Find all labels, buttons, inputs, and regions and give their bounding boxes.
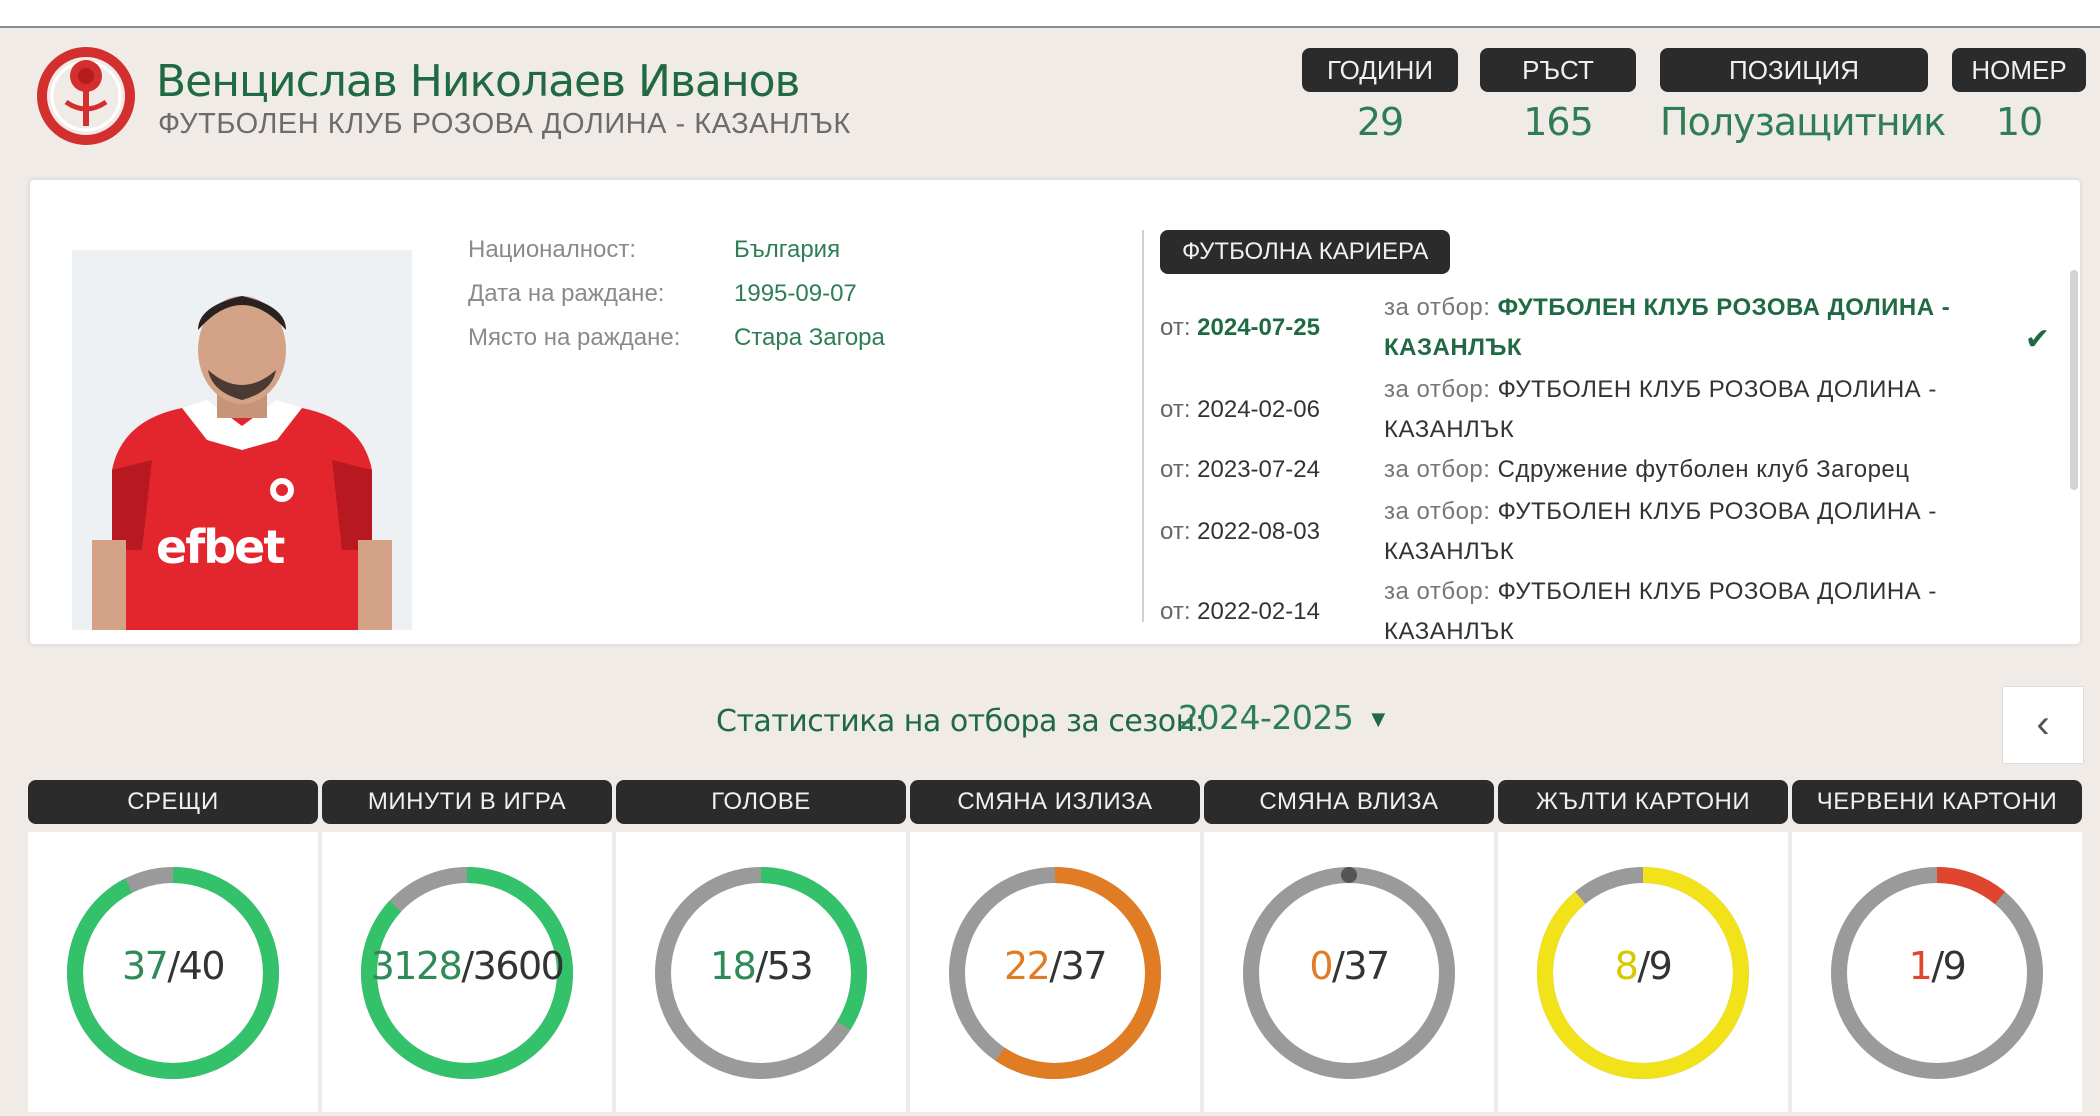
stat-value: 3128/3600 bbox=[322, 944, 612, 988]
career-title: ФУТБОЛНА КАРИЕРА bbox=[1160, 230, 1451, 274]
season-select[interactable]: 2024-2025 ▼ bbox=[1178, 698, 1385, 737]
stat-label: СМЯНА ИЗЛИЗА bbox=[910, 780, 1200, 824]
info-height: РЪСТ 165 bbox=[1480, 48, 1636, 144]
career-date: 2022-08-03 bbox=[1197, 518, 1320, 545]
info-number-label: НОМЕР bbox=[1952, 48, 2086, 92]
stat-card: 0/37 bbox=[1204, 832, 1494, 1112]
career-date: 2024-07-25 bbox=[1197, 314, 1320, 341]
stat-value: 37/40 bbox=[28, 944, 318, 988]
stat-label: ЖЪЛТИ КАРТОНИ bbox=[1498, 780, 1788, 824]
stat-value-count: 22 bbox=[1003, 944, 1051, 988]
career-date: 2022-02-14 bbox=[1197, 598, 1320, 625]
stat-label: ЧЕРВЕНИ КАРТОНИ bbox=[1792, 780, 2082, 824]
card-divider bbox=[1142, 230, 1144, 622]
nationality-label: Националност: bbox=[468, 236, 637, 263]
chevron-left-icon: ‹ bbox=[2036, 702, 2050, 746]
stat-card: 22/37 bbox=[910, 832, 1200, 1112]
stat-separator: / bbox=[1931, 944, 1944, 988]
season-label: Статистика на отбора за сезон: bbox=[716, 704, 1205, 739]
birthplace-label: Място на раждане: bbox=[468, 324, 681, 351]
stat-value: 1/9 bbox=[1792, 944, 2082, 988]
club-logo bbox=[36, 36, 136, 166]
stat-separator: / bbox=[755, 944, 768, 988]
stat-value: 18/53 bbox=[616, 944, 906, 988]
career-item[interactable]: от: 2022-02-14 за отбор: ФУТБОЛЕН КЛУБ Р… bbox=[1160, 572, 2060, 642]
stat-value: 22/37 bbox=[910, 944, 1200, 988]
stat-value-count: 0 bbox=[1309, 944, 1333, 988]
stat-value-total: 53 bbox=[766, 944, 814, 988]
info-number-value: 10 bbox=[1995, 100, 2043, 144]
caret-down-icon: ▼ bbox=[1371, 709, 1385, 730]
info-age: ГОДИНИ 29 bbox=[1302, 48, 1458, 144]
stat-value-total: 40 bbox=[178, 944, 226, 988]
career-item[interactable]: от: 2024-02-06 за отбор: ФУТБОЛЕН КЛУБ Р… bbox=[1160, 370, 2060, 450]
stat-label: СРЕЩИ bbox=[28, 780, 318, 824]
jersey-sponsor-text: efbet bbox=[156, 520, 285, 574]
stat-value-total: 9 bbox=[1648, 944, 1673, 988]
birthplace-value: Стара Загора bbox=[734, 324, 885, 351]
player-card: efbet Националност: България Дата на раж… bbox=[30, 180, 2080, 644]
stat-value: 8/9 bbox=[1498, 944, 1788, 988]
player-profile-page: Венцислав Николаев Иванов ФУТБОЛЕН КЛУБ … bbox=[0, 26, 2100, 1116]
stat-label: СМЯНА ВЛИЗА bbox=[1204, 780, 1494, 824]
career-list[interactable]: от: 2024-07-25 за отбор: ФУТБОЛЕН КЛУБ Р… bbox=[1160, 288, 2060, 642]
info-age-value: 29 bbox=[1356, 100, 1404, 144]
ring-start-dot bbox=[1341, 867, 1357, 883]
stat-value-count: 18 bbox=[709, 944, 757, 988]
birthdate-label: Дата на раждане: bbox=[468, 280, 665, 307]
season-value: 2024-2025 bbox=[1178, 698, 1354, 737]
birthdate-value: 1995-09-07 bbox=[734, 280, 857, 307]
info-position: ПОЗИЦИЯ Полузащитник bbox=[1660, 48, 1946, 144]
career-team: Сдружение футболен клуб Загорец bbox=[1497, 456, 1910, 483]
career-date: 2024-02-06 bbox=[1197, 396, 1320, 423]
nationality-value: България bbox=[734, 236, 841, 263]
stat-card: 1/9 bbox=[1792, 832, 2082, 1112]
player-photo: efbet bbox=[72, 250, 412, 630]
info-number: НОМЕР 10 bbox=[1952, 48, 2086, 144]
stat-value-total: 9 bbox=[1942, 944, 1967, 988]
stat-separator: / bbox=[167, 944, 180, 988]
info-position-label: ПОЗИЦИЯ bbox=[1660, 48, 1928, 92]
stat-card: 8/9 bbox=[1498, 832, 1788, 1112]
stat-value-count: 37 bbox=[121, 944, 169, 988]
career-scrollbar[interactable] bbox=[2070, 270, 2078, 490]
stat-card: 37/40 bbox=[28, 832, 318, 1112]
info-position-value: Полузащитник bbox=[1660, 100, 1946, 144]
stat-value-count: 1 bbox=[1908, 944, 1933, 988]
current-team-check-icon: ✔ bbox=[2024, 323, 2050, 356]
info-height-label: РЪСТ bbox=[1480, 48, 1636, 92]
stat-value-count: 8 bbox=[1614, 944, 1639, 988]
stat-value-total: 3600 bbox=[472, 944, 565, 988]
stat-value: 0/37 bbox=[1204, 944, 1494, 988]
stat-value-total: 37 bbox=[1343, 944, 1390, 988]
stat-separator: / bbox=[1332, 944, 1345, 988]
club-name: ФУТБОЛЕН КЛУБ РОЗОВА ДОЛИНА - КАЗАНЛЪК bbox=[158, 108, 851, 140]
stat-value-total: 37 bbox=[1060, 944, 1108, 988]
career-item[interactable]: от: 2024-07-25 за отбор: ФУТБОЛЕН КЛУБ Р… bbox=[1160, 288, 2060, 370]
player-name: Венцислав Николаев Иванов bbox=[156, 56, 800, 107]
career-item[interactable]: от: 2022-08-03 за отбор: ФУТБОЛЕН КЛУБ Р… bbox=[1160, 492, 2060, 572]
stat-value-count: 3128 bbox=[370, 944, 463, 988]
stat-separator: / bbox=[1049, 944, 1062, 988]
career-date: 2023-07-24 bbox=[1197, 456, 1320, 483]
stat-label: МИНУТИ В ИГРА bbox=[322, 780, 612, 824]
stat-separator: / bbox=[1637, 944, 1650, 988]
back-button[interactable]: ‹ bbox=[2002, 686, 2084, 764]
stat-label: ГОЛОВЕ bbox=[616, 780, 906, 824]
career-item[interactable]: от: 2023-07-24 за отбор: Сдружение футбо… bbox=[1160, 450, 2060, 492]
stat-card: 3128/3600 bbox=[322, 832, 612, 1112]
info-age-label: ГОДИНИ bbox=[1302, 48, 1458, 92]
info-height-value: 165 bbox=[1523, 100, 1594, 144]
stat-separator: / bbox=[461, 944, 474, 988]
stat-card: 18/53 bbox=[616, 832, 906, 1112]
